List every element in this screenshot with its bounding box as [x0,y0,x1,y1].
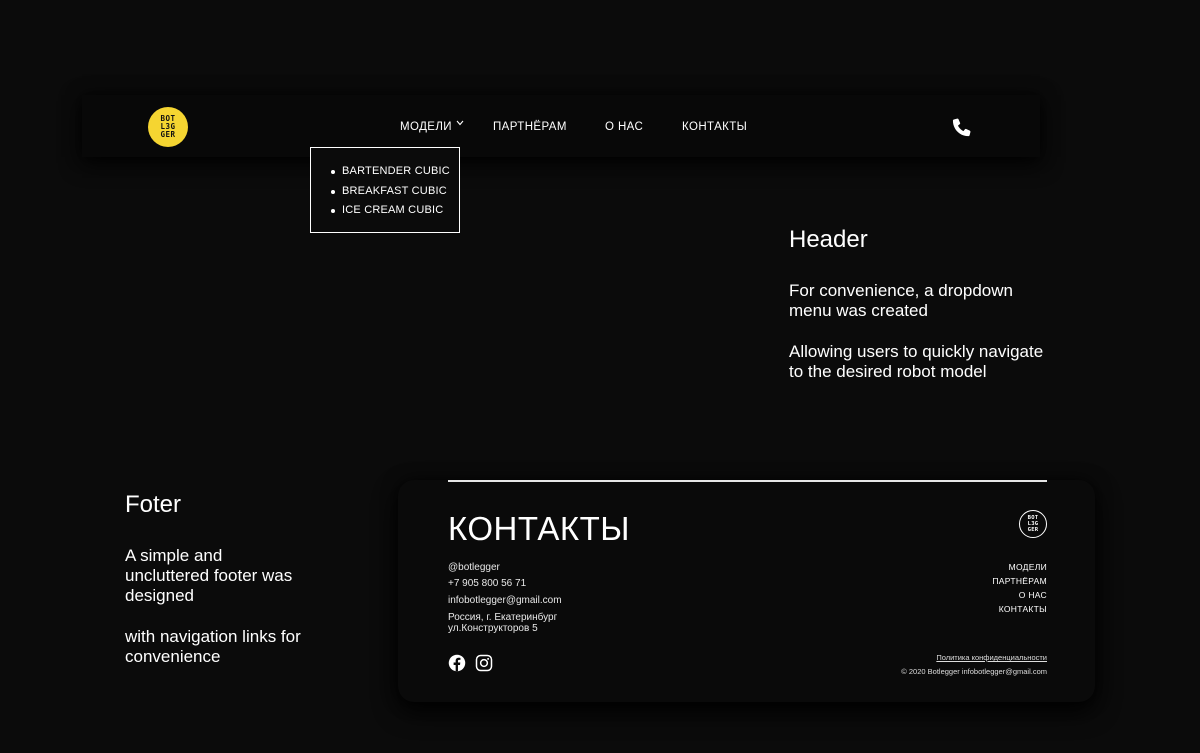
main-nav: МОДЕЛИ ПАРТНЁРАМ О НАС КОНТАКТЫ [0,121,1200,135]
footer-logo[interactable]: BOT L3G GER [1019,510,1047,538]
footer-annotation-title: Foter [125,491,182,518]
page: BOT L3G GER МОДЕЛИ ПАРТНЁРАМ О НАС КОНТА… [0,0,1200,753]
models-dropdown: BARTENDER CUBIC BREAKFAST CUBIC ICE CREA… [310,147,460,233]
footer-divider [448,480,1047,482]
footer-heading: КОНТАКТЫ [448,510,631,547]
dropdown-item-breakfast-cubic[interactable]: BREAKFAST CUBIC [331,182,459,202]
instagram-icon[interactable] [475,654,493,672]
footer-address-line1: Россия, г. Екатеринбург [448,612,558,623]
footer-annotation-text-2: with navigation links for convenience [125,627,301,666]
dropdown-item-ice-cream-cubic[interactable]: ICE CREAM CUBIC [331,201,459,221]
phone-icon[interactable] [951,116,973,138]
nav-item-about[interactable]: О НАС [605,121,643,133]
footer-logo-lettering: BOT L3G GER [1027,515,1039,533]
copyright-text: © 2020 Botlegger infobotlegger@gmail.com [901,667,1047,676]
chevron-down-icon[interactable] [456,120,464,126]
dropdown-item-bartender-cubic[interactable]: BARTENDER CUBIC [331,162,459,182]
footer-phone[interactable]: +7 905 800 56 71 [448,578,526,589]
header-annotation-text-2: Allowing users to quickly navigate to th… [789,342,1044,381]
footer-nav-models[interactable]: МОДЕЛИ [1009,562,1047,572]
header-annotation-title: Header [789,226,868,253]
nav-item-contacts[interactable]: КОНТАКТЫ [682,121,747,133]
header-annotation-text-1: For convenience, a dropdown menu was cre… [789,281,1013,320]
privacy-policy-link[interactable]: Политика конфиденциальности [936,653,1047,662]
nav-item-models[interactable]: МОДЕЛИ [400,121,452,133]
dropdown-list: BARTENDER CUBIC BREAKFAST CUBIC ICE CREA… [331,162,459,221]
footer-handle[interactable]: @botlegger [448,562,500,573]
footer-annotation-text-1: A simple and uncluttered footer was desi… [125,546,293,605]
nav-item-partners[interactable]: ПАРТНЁРАМ [493,121,567,133]
facebook-icon[interactable] [448,654,466,672]
footer-email[interactable]: infobotlegger@gmail.com [448,595,562,606]
footer-nav-partners[interactable]: ПАРТНЁРАМ [992,576,1047,586]
footer-nav-about[interactable]: О НАС [1019,590,1047,600]
footer-address-line2: ул.Конструкторов 5 [448,623,538,634]
footer-nav-contacts[interactable]: КОНТАКТЫ [999,604,1047,614]
